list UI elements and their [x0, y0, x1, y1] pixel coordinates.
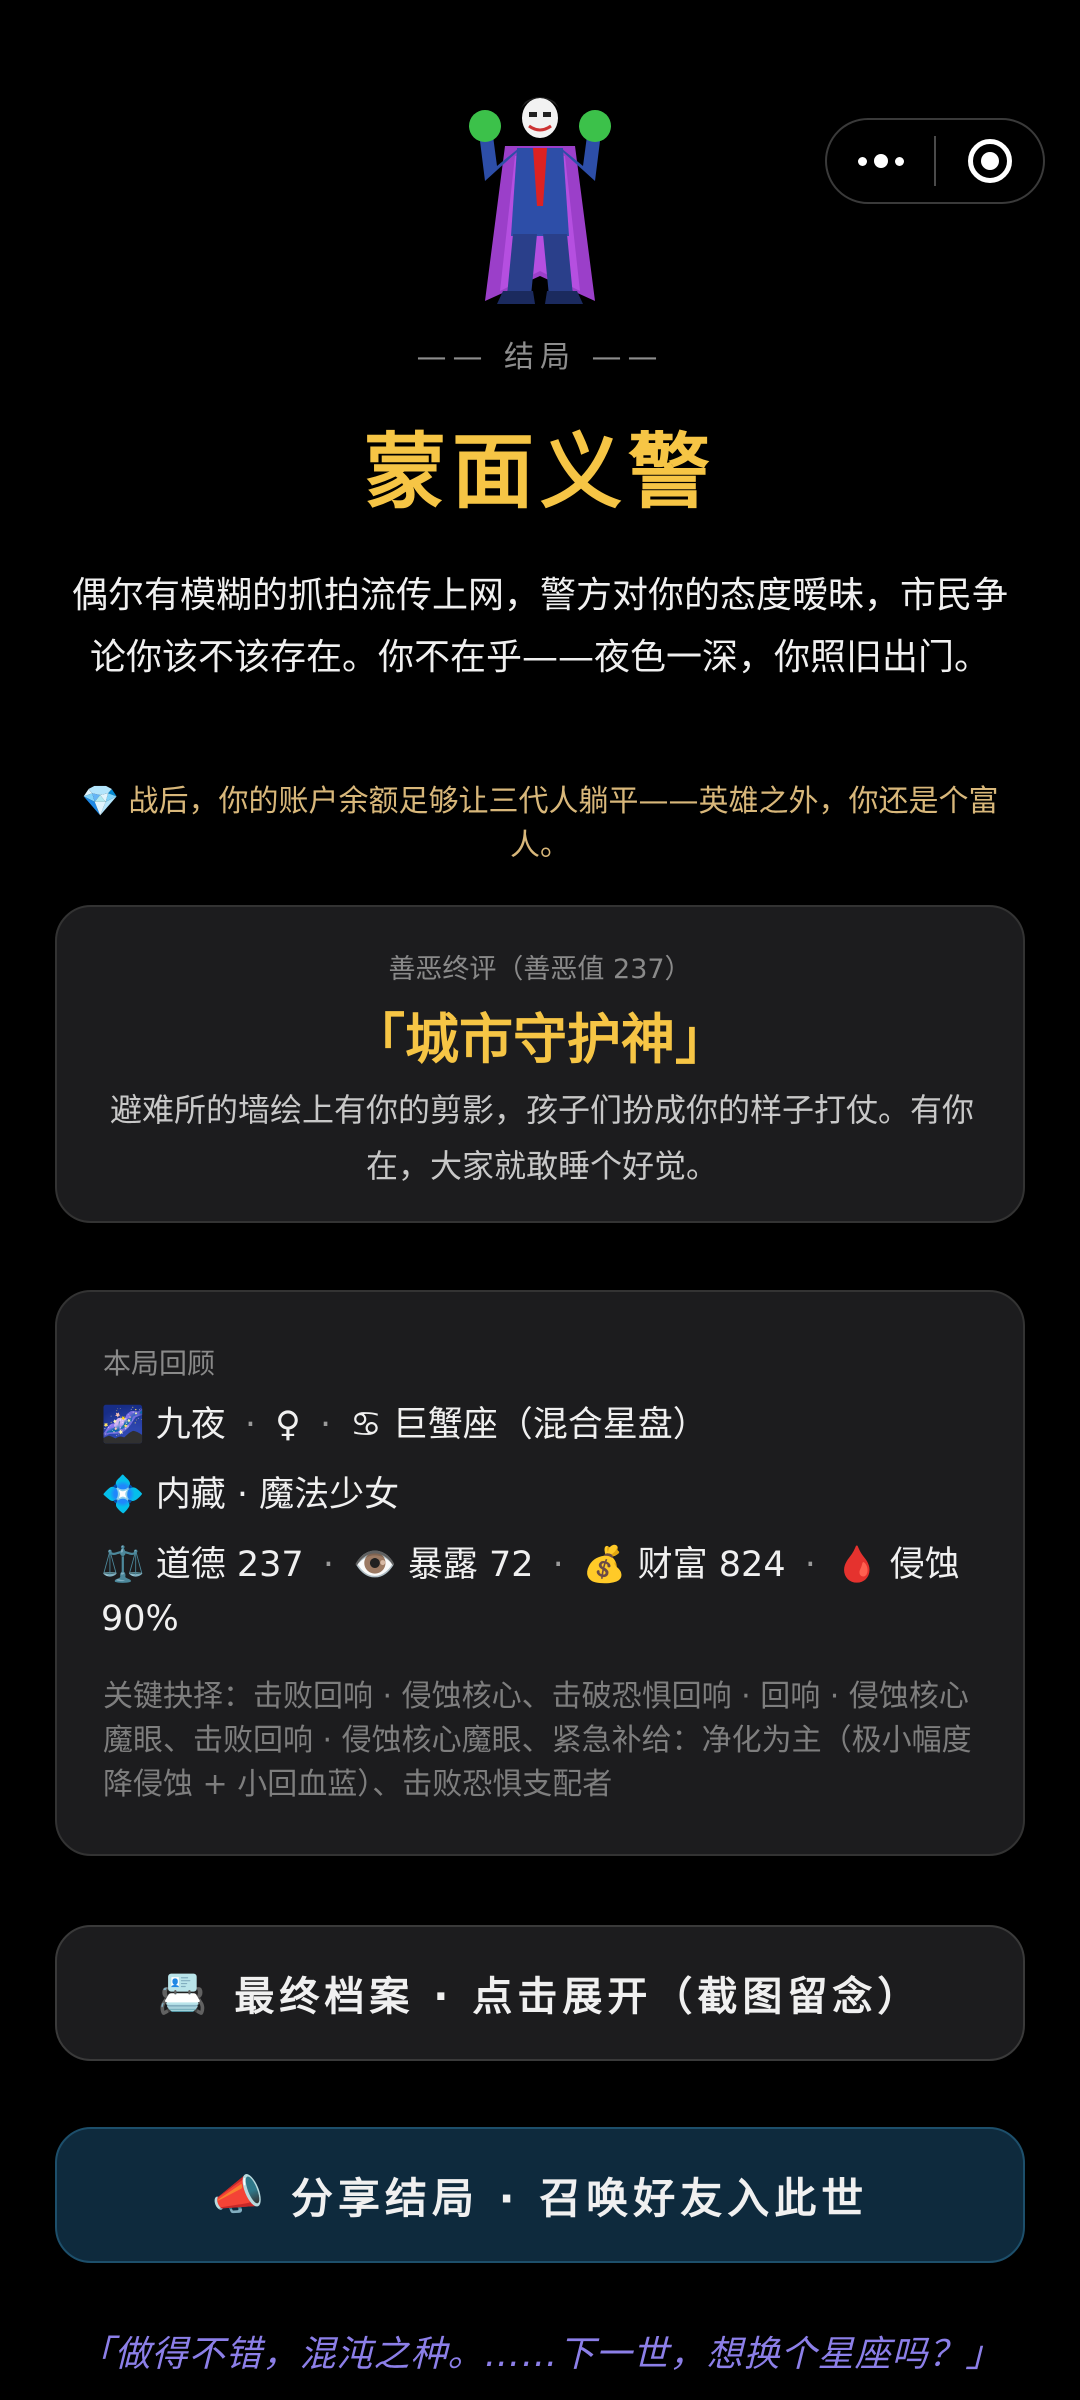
gender-icon: ♀	[275, 1405, 301, 1445]
more-button[interactable]	[827, 120, 934, 202]
character-name: 九夜	[155, 1405, 226, 1445]
diamond-icon: 💎	[81, 784, 119, 819]
more-dot-center	[873, 154, 888, 168]
close-button[interactable]	[936, 120, 1043, 202]
ending-kicker: —— 结局 ——	[416, 340, 664, 375]
zodiac-sign: 巨蟹座（混合星盘）	[392, 1405, 708, 1445]
recap-choices: 关键抉择：击败回响 · 侵蚀核心、击破恐惧回响 · 回响 · 侵蚀核心魔眼、击败…	[103, 1679, 972, 1802]
ending-note-text: 战后，你的账户余额足够让三代人躺平——英雄之外，你还是个富人。	[128, 784, 999, 863]
separator-dot: ·	[322, 1545, 334, 1585]
verdict-card: 善恶终评（善恶值 237） 「城市守护神」 避难所的墙绘上有你的剪影，孩子们扮成…	[55, 905, 1025, 1223]
separator-dot: ·	[804, 1545, 816, 1585]
separator-dot: ·	[244, 1405, 257, 1445]
ending-note: 💎 战后，你的账户余额足够让三代人躺平——英雄之外，你还是个富人。	[55, 780, 1025, 868]
target-circle-icon	[967, 139, 1012, 183]
recap-class-line: 💠 内藏 · 魔法少女	[101, 1468, 981, 1522]
megaphone-icon: 📣	[211, 2170, 270, 2219]
card-index-icon: 📇	[157, 1970, 213, 2017]
recap-label: 本局回顾	[103, 1347, 216, 1380]
cancer-icon: ♋	[350, 1405, 382, 1445]
recap-stats-line: ⚖️ 道德 237 · 👁️ 暴露 72 · 💰 财富 824 · 🩸 侵蚀 9…	[101, 1538, 981, 1646]
target-core	[980, 152, 999, 170]
ending-description: 偶尔有模糊的抓拍流传上网，警方对你的态度暧昧，市民争论你该不该存在。你不在乎——…	[71, 575, 1008, 678]
stat-wealth: 财富 824	[637, 1545, 786, 1585]
separator-dot: ·	[319, 1405, 332, 1445]
recap-identity-line: 🌌 九夜 · ♀ · ♋ 巨蟹座（混合星盘）	[101, 1398, 981, 1452]
closing-quote: 「做得不错，混沌之种。……下一世，想换个星座吗？」	[77, 2334, 1003, 2375]
galaxy-icon: 🌌	[101, 1405, 145, 1445]
eye-icon: 👁️	[353, 1545, 397, 1585]
verdict-text: 避难所的墙绘上有你的剪影，孩子们扮成你的样子打仗。有你在，大家就敢睡个好觉。	[109, 1091, 974, 1185]
ending-title: 蒙面义警	[363, 425, 716, 520]
final-archive-label: 最终档案 · 点击展开（截图留念）	[234, 1974, 923, 2020]
money-bag-icon: 💰	[582, 1545, 627, 1585]
diamond-shape-icon: 💠	[101, 1475, 145, 1515]
stat-exposure: 暴露 72	[407, 1545, 534, 1585]
separator-dot: ·	[552, 1545, 564, 1585]
blood-drop-icon: 🩸	[835, 1545, 879, 1585]
supervillain-icon	[469, 97, 611, 304]
more-dot-right	[894, 156, 904, 166]
share-ending-label: 分享结局 · 召唤好友入此世	[291, 2173, 869, 2223]
verdict-name: 「城市守护神」	[351, 1008, 729, 1071]
final-archive-button[interactable]: 📇 最终档案 · 点击展开（截图留念）	[55, 1925, 1025, 2061]
hidden-class: 内藏 · 魔法少女	[155, 1475, 400, 1515]
stat-morality: 道德 237	[155, 1545, 304, 1585]
share-ending-button[interactable]: 📣 分享结局 · 召唤好友入此世	[55, 2127, 1025, 2263]
verdict-label: 善恶终评（善恶值 237）	[388, 954, 692, 985]
miniprogram-capsule	[825, 118, 1045, 204]
scales-icon: ⚖️	[101, 1545, 145, 1585]
more-dots-icon	[857, 156, 867, 166]
